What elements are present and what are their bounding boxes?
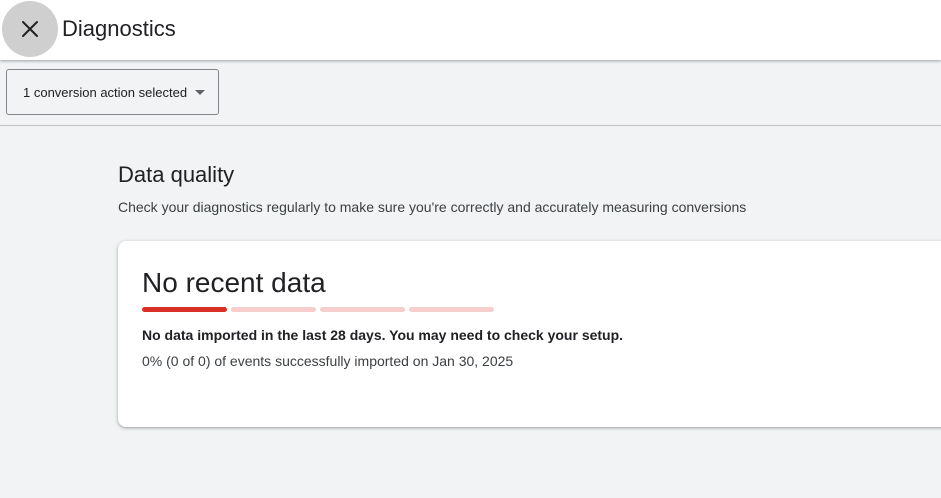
data-quality-description: Check your diagnostics regularly to make… xyxy=(118,199,747,215)
data-status-title: No recent data xyxy=(142,267,326,298)
level-bar-segment xyxy=(231,307,316,312)
data-status-message: No data imported in the last 28 days. Yo… xyxy=(142,327,624,343)
close-button[interactable] xyxy=(2,1,58,57)
conversion-action-dropdown[interactable]: 1 conversion action selected xyxy=(6,69,219,115)
page-title: Diagnostics xyxy=(62,16,176,41)
data-quality-card: No recent data No data imported in the l… xyxy=(118,241,941,427)
filter-toolbar: 1 conversion action selected xyxy=(0,60,941,126)
data-import-detail: 0% (0 of 0) of events successfully impor… xyxy=(142,353,514,369)
data-quality-heading: Data quality xyxy=(118,162,235,187)
close-icon xyxy=(22,21,38,37)
caret-down-icon xyxy=(195,89,206,95)
top-app-bar: Diagnostics xyxy=(0,0,941,60)
conversion-action-dropdown-label: 1 conversion action selected xyxy=(23,84,188,100)
level-bar-segment xyxy=(320,307,405,312)
level-bar-segment xyxy=(409,307,494,312)
level-bar-segment xyxy=(142,307,227,312)
